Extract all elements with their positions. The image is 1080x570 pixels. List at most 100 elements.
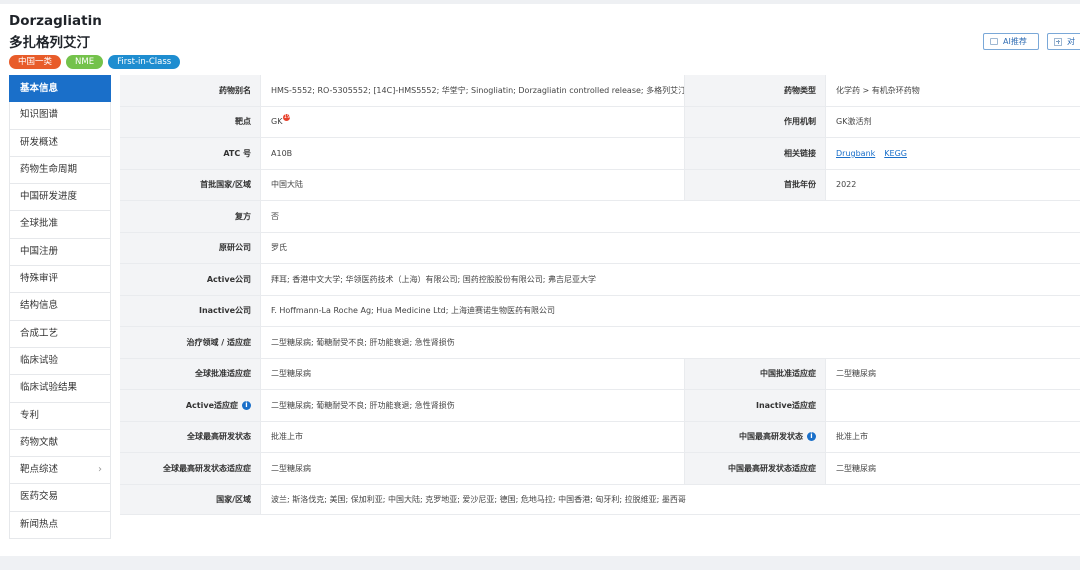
active-company-value: 拜耳; 香港中文大学; 华领医药技术（上海）有限公司; 国药控股股份有限公司; … <box>271 274 596 284</box>
sidebar-item-label: 合成工艺 <box>20 327 59 339</box>
sidebar-item-lifecycle[interactable]: 药物生命周期 <box>9 156 111 185</box>
global-approved-value: 二型糖尿病 <box>261 358 685 389</box>
compare-button[interactable]: 对 <box>1047 33 1080 50</box>
table-row: Inactive公司 F. Hoffmann-La Roche Ag; Hua … <box>120 295 1080 327</box>
sidebar-item-basic-info[interactable]: 基本信息 <box>9 75 111 103</box>
active-indication-label-cell: Active适应症 i <box>120 390 261 421</box>
sidebar-item-label: 靶点综述 <box>20 464 59 476</box>
active-indication-value: 二型糖尿病; 葡糖耐受不良; 肝功能衰退; 急性肾损伤 <box>261 390 685 421</box>
sidebar-item-target-review[interactable]: 靶点综述 › <box>9 457 111 485</box>
sidebar-item-special-review[interactable]: 特殊审评 <box>9 266 111 294</box>
first-year-label: 首批年份 <box>685 169 826 200</box>
originator-label: 原研公司 <box>120 232 261 263</box>
mechanism-label: 作用机制 <box>685 106 826 137</box>
table-row: Active公司 拜耳; 香港中文大学; 华领医药技术（上海）有限公司; 国药控… <box>120 264 1080 296</box>
sidebar-item-structure[interactable]: 结构信息 <box>9 293 111 321</box>
first-year-value: 2022 <box>836 180 857 190</box>
inactive-indication-label: Inactive适应症 <box>685 390 826 421</box>
mechanism-value: GK激活剂 <box>836 117 872 127</box>
china-highest-ind-value: 二型糖尿病 <box>836 463 876 473</box>
sidebar-item-label: 特殊审评 <box>20 273 59 285</box>
sidebar-item-synthesis[interactable]: 合成工艺 <box>9 320 111 348</box>
atc-label: ATC 号 <box>120 138 261 169</box>
kegg-link[interactable]: KEGG <box>884 149 907 158</box>
originator-value: 罗氏 <box>271 243 287 253</box>
sidebar-item-knowledge-graph[interactable]: 知识图谱 <box>9 102 111 130</box>
global-approved-label: 全球批准适应症 <box>120 358 261 389</box>
info-icon[interactable]: i <box>807 432 816 442</box>
sidebar-item-clinical-results[interactable]: 临床试验结果 <box>9 375 111 403</box>
table-row: ATC 号 A10B 相关链接 Drugbank KEGG <box>120 138 1080 170</box>
china-approved-value: 二型糖尿病 <box>836 369 876 379</box>
table-row: 治疗领域 / 适应症 二型糖尿病; 葡糖耐受不良; 肝功能衰退; 急性肾损伤 <box>120 327 1080 359</box>
ai-recommend-button[interactable]: AI推荐 <box>983 33 1039 50</box>
sidebar-item-patents[interactable]: 专利 <box>9 402 111 430</box>
badge-china-class1: 中国一类 <box>9 55 62 69</box>
drug-type-value: 化学药 > 有机杂环药物 <box>836 85 920 95</box>
table-row: 首批国家/区域 中国大陆 首批年份 2022 <box>120 169 1080 201</box>
table-row: 复方 否 <box>120 201 1080 233</box>
sidebar-item-china-progress[interactable]: 中国研发进度 <box>9 184 111 212</box>
atc-value: A10B <box>261 138 685 169</box>
sidebar-item-label: 临床试验结果 <box>20 382 78 394</box>
table-row: 全球最高研发状态 批准上市 中国最高研发状态 i 批准上市 <box>120 421 1080 453</box>
alias-label: 药物别名 <box>120 75 261 106</box>
sidebar-item-label: 结构信息 <box>20 300 59 312</box>
drug-title-cn: 多扎格列艾汀 <box>9 35 90 51</box>
table-row: 全球批准适应症 二型糖尿病 中国批准适应症 二型糖尿病 <box>120 358 1080 390</box>
add-icon <box>1054 37 1062 46</box>
sidebar-item-literature[interactable]: 药物文献 <box>9 429 111 458</box>
compare-label: 对 <box>1067 37 1075 46</box>
sidebar-item-label: 研发概述 <box>20 136 59 148</box>
global-highest-label: 全球最高研发状态 <box>120 421 261 452</box>
chevron-right-icon: › <box>98 464 102 476</box>
first-region-label: 首批国家/区域 <box>120 169 261 200</box>
sidebar-item-label: 中国研发进度 <box>20 191 78 203</box>
table-row: 药物别名 HMS-5552; RO-5305552; [14C]-HMS5552… <box>120 75 1080 107</box>
links-label: 相关链接 <box>685 138 826 169</box>
drugbank-link[interactable]: Drugbank <box>836 149 875 158</box>
sidebar-item-label: 中国注册 <box>20 245 59 257</box>
sidebar-item-label: 药物生命周期 <box>20 163 78 175</box>
global-highest-ind-label: 全球最高研发状态适应症 <box>120 453 261 484</box>
sidebar-item-label: 知识图谱 <box>20 109 59 121</box>
basic-info-table: 药物别名 HMS-5552; RO-5305552; [14C]-HMS5552… <box>120 75 1080 515</box>
global-highest-ind-value: 二型糖尿病 <box>261 453 685 484</box>
table-row: 靶点 GK 19 作用机制 GK激活剂 <box>120 106 1080 138</box>
sidebar-item-label: 新闻热点 <box>20 518 59 530</box>
section-sidebar: 基本信息 知识图谱 研发概述 药物生命周期 中国研发进度 全球批准 中国注册 特… <box>9 75 111 540</box>
inactive-company-value: F. Hoffmann-La Roche Ag; Hua Medicine Lt… <box>271 306 555 316</box>
china-highest-label-cell: 中国最高研发状态 i <box>685 421 826 452</box>
alias-value: HMS-5552; RO-5305552; [14C]-HMS5552; 华堂宁… <box>261 75 685 106</box>
china-highest-label: 中国最高研发状态 <box>739 432 803 442</box>
inactive-company-label: Inactive公司 <box>120 295 261 326</box>
sidebar-item-news[interactable]: 新闻热点 <box>9 511 111 540</box>
country-label: 国家/区域 <box>120 484 261 514</box>
sidebar-item-rd-overview[interactable]: 研发概述 <box>9 129 111 157</box>
country-value: 波兰; 斯洛伐克; 美国; 保加利亚; 中国大陆; 克罗地亚; 爱沙尼亚; 德国… <box>271 494 686 504</box>
compound-value: 否 <box>271 211 279 221</box>
first-region-value: 中国大陆 <box>261 169 685 200</box>
table-row: 全球最高研发状态适应症 二型糖尿病 中国最高研发状态适应症 二型糖尿病 <box>120 453 1080 485</box>
notification-badge-icon: 19 <box>283 114 291 122</box>
sidebar-item-deals[interactable]: 医药交易 <box>9 484 111 512</box>
therapeutic-value: 二型糖尿病; 葡糖耐受不良; 肝功能衰退; 急性肾损伤 <box>271 337 455 347</box>
table-row: 国家/区域 波兰; 斯洛伐克; 美国; 保加利亚; 中国大陆; 克罗地亚; 爱沙… <box>120 484 1080 515</box>
sidebar-item-label: 临床试验 <box>20 354 59 366</box>
target-value[interactable]: GK <box>271 117 282 126</box>
active-indication-label: Active适应症 <box>185 400 238 410</box>
sidebar-item-label: 医药交易 <box>20 491 59 503</box>
china-approved-label: 中国批准适应症 <box>685 358 826 389</box>
sidebar-item-china-registration[interactable]: 中国注册 <box>9 238 111 267</box>
drug-title-en: Dorzagliatin <box>9 13 102 29</box>
info-icon[interactable]: i <box>242 400 251 410</box>
ai-icon <box>990 38 998 45</box>
badge-nme: NME <box>66 55 104 69</box>
target-cell: GK 19 <box>261 106 685 137</box>
links-cell: Drugbank KEGG <box>826 138 1080 169</box>
target-label: 靶点 <box>120 106 261 137</box>
sidebar-item-label: 专利 <box>20 409 40 421</box>
drug-type-label: 药物类型 <box>685 75 826 106</box>
sidebar-item-global-approval[interactable]: 全球批准 <box>9 211 111 239</box>
sidebar-item-clinical-trials[interactable]: 临床试验 <box>9 347 111 376</box>
